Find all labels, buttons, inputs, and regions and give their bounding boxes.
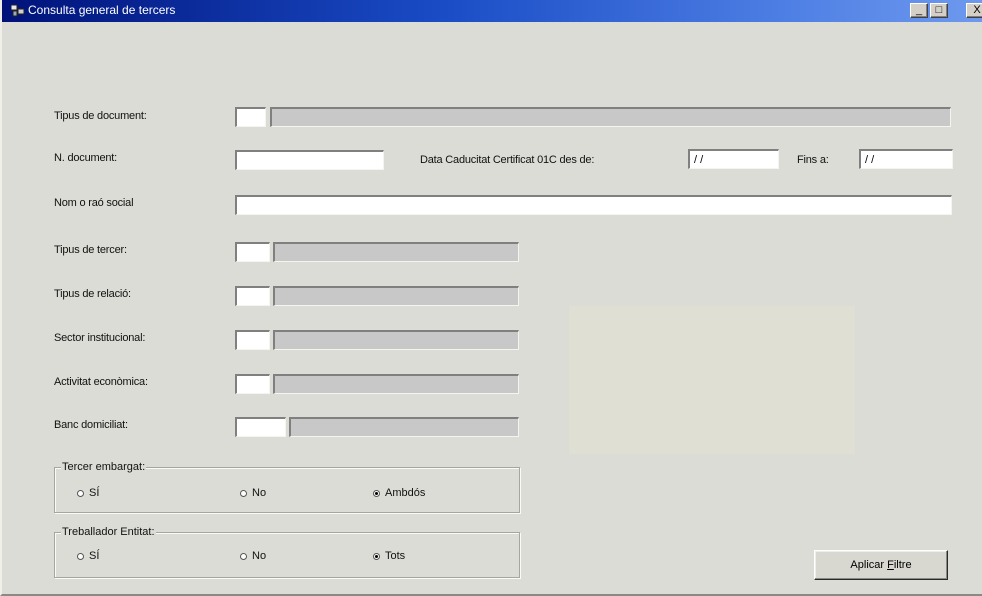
treballador-entitat-tots-radio[interactable]: Tots: [373, 550, 405, 562]
nom-input[interactable]: [235, 195, 952, 215]
tipus-relacio-code-input[interactable]: [235, 286, 270, 306]
window-title: Consulta general de tercers: [28, 3, 176, 17]
tercer-embargat-title: Tercer embargat:: [61, 461, 147, 473]
tipus-tercer-label: Tipus de tercer:: [54, 244, 127, 256]
close-icon: X: [973, 4, 981, 16]
tipus-relacio-description-field[interactable]: [273, 286, 519, 306]
sector-code-input[interactable]: [235, 330, 270, 350]
radio-label: SÍ: [89, 550, 100, 562]
treballador-entitat-si-radio[interactable]: SÍ: [77, 550, 99, 562]
radio-unchecked-icon: [240, 489, 247, 497]
preview-panel: [569, 306, 855, 454]
activitat-label: Activitat econòmica:: [54, 376, 148, 388]
tipus-tercer-code-input[interactable]: [235, 242, 270, 262]
banc-label: Banc domiciliat:: [54, 419, 128, 431]
apply-filter-hotkey: F: [887, 559, 894, 571]
radio-checked-icon: [373, 552, 380, 560]
radio-checked-icon: [373, 489, 380, 497]
activitat-code-input[interactable]: [235, 374, 270, 394]
title-bar[interactable]: Consulta general de tercers _ □ X: [2, 0, 982, 22]
close-button[interactable]: X: [966, 3, 982, 18]
apply-filter-label-prefix: Aplicar: [850, 559, 888, 571]
n-document-label: N. document:: [54, 152, 118, 164]
tipus-document-code-input[interactable]: [235, 107, 266, 127]
minimize-icon: _: [915, 4, 923, 16]
radio-label: SÍ: [89, 487, 100, 499]
n-document-input[interactable]: [235, 150, 384, 170]
tercer-embargat-ambdos-radio[interactable]: Ambdós: [373, 487, 425, 499]
tipus-document-description-field[interactable]: [270, 107, 951, 127]
tipus-tercer-description-field[interactable]: [273, 242, 519, 262]
tercer-embargat-no-radio[interactable]: No: [240, 487, 266, 499]
apply-filter-button[interactable]: Aplicar Filtre: [814, 550, 948, 580]
fins-a-label: Fins a:: [797, 154, 829, 166]
radio-unchecked-icon: [77, 489, 84, 497]
radio-label: Ambdós: [385, 487, 426, 499]
tipus-document-label: Tipus de document:: [54, 110, 147, 122]
maximize-icon: □: [935, 4, 943, 16]
minimize-button[interactable]: _: [910, 3, 928, 18]
radio-label: No: [252, 550, 267, 562]
banc-code-input[interactable]: [235, 417, 286, 437]
nom-label: Nom o raó social: [54, 197, 134, 209]
radio-label: No: [252, 487, 267, 499]
radio-unchecked-icon: [240, 552, 247, 560]
data-caducitat-label: Data Caducitat Certificat 01C des de:: [420, 154, 595, 166]
banc-description-field[interactable]: [289, 417, 519, 437]
maximize-button[interactable]: □: [930, 3, 948, 18]
fins-a-input[interactable]: [859, 149, 953, 169]
activitat-description-field[interactable]: [273, 374, 519, 394]
tercer-embargat-group: Tercer embargat: SÍ No Ambdós: [54, 461, 520, 513]
window: Consulta general de tercers _ □ X Tipus …: [0, 0, 982, 596]
treballador-entitat-no-radio[interactable]: No: [240, 550, 266, 562]
app-icon: [11, 4, 25, 17]
tipus-relacio-label: Tipus de relació:: [54, 288, 131, 300]
treballador-entitat-group: Treballador Entitat: SÍ No Tots: [54, 526, 520, 578]
radio-unchecked-icon: [77, 552, 84, 560]
treballador-entitat-title: Treballador Entitat:: [61, 526, 156, 538]
apply-filter-label-suffix: iltre: [893, 559, 912, 571]
tercer-embargat-si-radio[interactable]: SÍ: [77, 487, 99, 499]
data-caducitat-input[interactable]: [688, 149, 779, 169]
sector-description-field[interactable]: [273, 330, 519, 350]
radio-label: Tots: [385, 550, 406, 562]
sector-label: Sector institucional:: [54, 332, 146, 344]
